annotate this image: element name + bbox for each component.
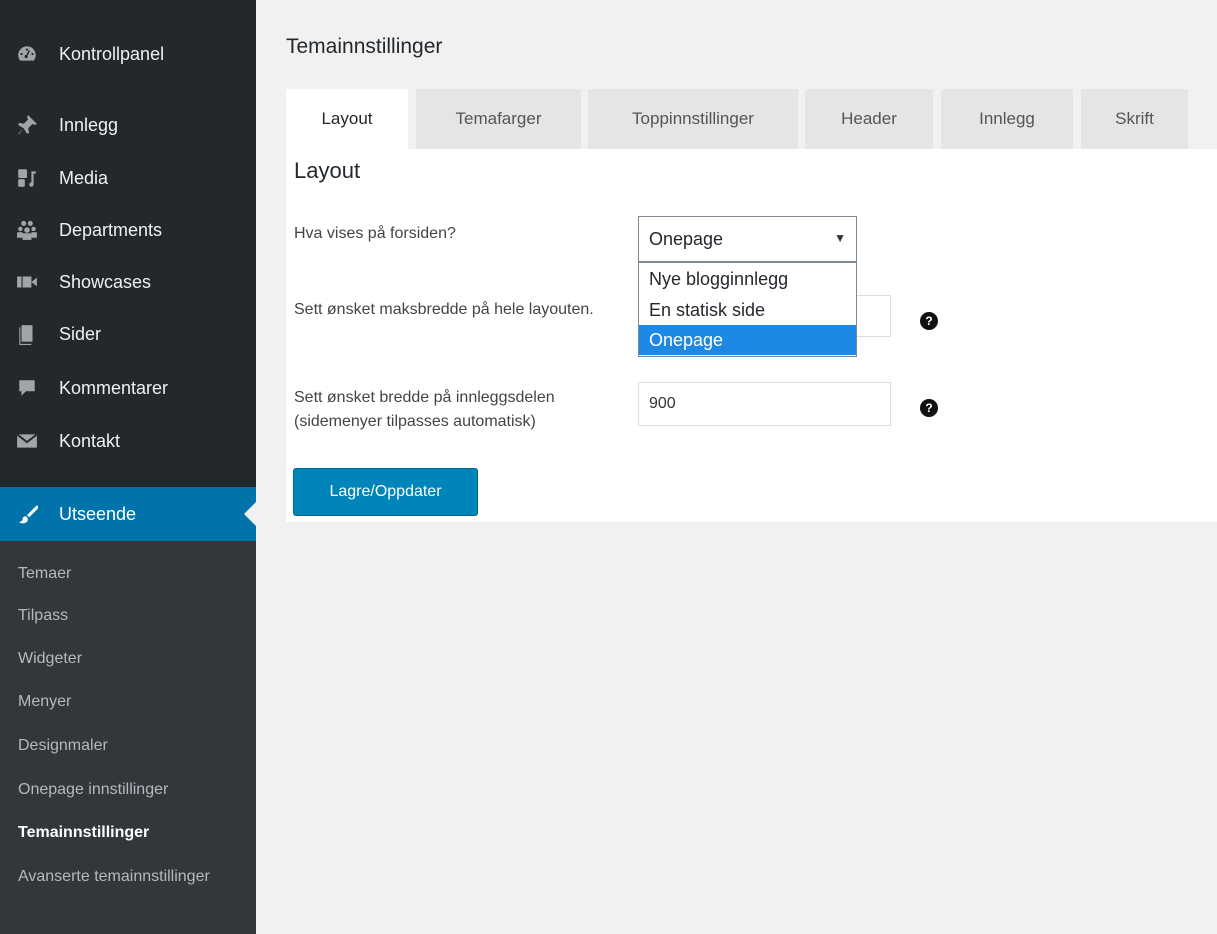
content-width-help-icon[interactable]: ?: [920, 399, 938, 417]
max-width-label: Sett ønsket maksbredde på hele layouten.: [294, 301, 594, 318]
front-page-select[interactable]: Onepage ▼: [638, 216, 857, 262]
tab-innlegg[interactable]: Innlegg: [941, 89, 1073, 149]
active-indicator-arrow: [244, 502, 256, 526]
menu-item-kontakt[interactable]: Kontakt: [0, 415, 256, 467]
tab-toppinnstillinger[interactable]: Toppinnstillinger: [588, 89, 798, 149]
front-page-select-value: Onepage: [649, 228, 724, 249]
page-title: Temainnstillinger: [286, 35, 443, 58]
menu-item-label: Showcases: [59, 271, 152, 292]
submenu-item-widgeter[interactable]: Widgeter: [18, 648, 82, 670]
brush-icon: [15, 502, 39, 526]
front-page-dropdown: Nye blogginnlegg En statisk side Onepage: [638, 262, 857, 357]
appearance-submenu: Temaer Tilpass Widgeter Menyer Designmal…: [0, 541, 256, 934]
submenu-item-onepage-innstillinger[interactable]: Onepage innstillinger: [18, 779, 168, 801]
content-width-label: Sett ønsket bredde på innleggsdelen (sid…: [294, 389, 555, 430]
tab-temafarger[interactable]: Temafarger: [416, 89, 581, 149]
submenu-item-temaer[interactable]: Temaer: [18, 563, 71, 585]
menu-item-label: Kontakt: [59, 430, 121, 451]
menu-item-label: Sider: [59, 323, 102, 344]
menu-item-kontrollpanel[interactable]: Kontrollpanel: [0, 28, 256, 80]
menu-item-utseende[interactable]: Utseende: [0, 487, 256, 541]
media-icon: [15, 166, 39, 190]
dropdown-option-onepage[interactable]: Onepage: [639, 325, 856, 355]
comments-icon: [15, 376, 39, 400]
menu-item-label: Kommentarer: [59, 377, 169, 398]
tab-layout[interactable]: Layout: [286, 89, 408, 149]
tab-skrift[interactable]: Skrift: [1081, 89, 1188, 149]
caret-down-icon: ▼: [834, 231, 846, 245]
pin-icon: [15, 113, 39, 137]
email-icon: [15, 429, 39, 453]
menu-item-innlegg[interactable]: Innlegg: [0, 99, 256, 151]
dropdown-option-en-statisk-side[interactable]: En statisk side: [639, 295, 856, 325]
section-title: Layout: [294, 158, 361, 183]
menu-item-label: Media: [59, 167, 109, 188]
menu-item-departments[interactable]: Departments: [0, 204, 256, 256]
content-width-value: 900: [649, 395, 676, 412]
save-button[interactable]: Lagre/Oppdater: [293, 468, 478, 516]
tab-header[interactable]: Header: [805, 89, 933, 149]
groups-icon: [15, 218, 39, 242]
menu-item-kommentarer[interactable]: Kommentarer: [0, 362, 256, 414]
menu-item-label: Innlegg: [59, 114, 119, 135]
submenu-item-temainnstillinger[interactable]: Temainnstillinger: [18, 822, 149, 844]
menu-item-media[interactable]: Media: [0, 152, 256, 204]
submenu-item-menyer[interactable]: Menyer: [18, 691, 71, 713]
dropdown-option-nye-blogginnlegg[interactable]: Nye blogginnlegg: [639, 264, 856, 294]
video-icon: [15, 270, 39, 294]
pages-icon: [15, 322, 39, 346]
max-width-help-icon[interactable]: ?: [920, 312, 938, 330]
menu-item-showcases[interactable]: Showcases: [0, 256, 256, 308]
submenu-item-tilpass[interactable]: Tilpass: [18, 605, 68, 627]
menu-item-sider[interactable]: Sider: [0, 308, 256, 360]
front-page-label: Hva vises på forsiden?: [294, 225, 456, 242]
menu-item-label: Departments: [59, 219, 163, 240]
menu-item-label: Utseende: [59, 503, 137, 524]
admin-sidebar: Kontrollpanel Innlegg Media Departments …: [0, 0, 256, 934]
content-width-input[interactable]: 900: [638, 382, 891, 426]
menu-item-label: Kontrollpanel: [59, 43, 165, 64]
submenu-item-designmaler[interactable]: Designmaler: [18, 735, 108, 757]
submenu-item-avanserte-temainnstillinger[interactable]: Avanserte temainnstillinger: [18, 866, 218, 888]
dashboard-icon: [15, 42, 39, 66]
